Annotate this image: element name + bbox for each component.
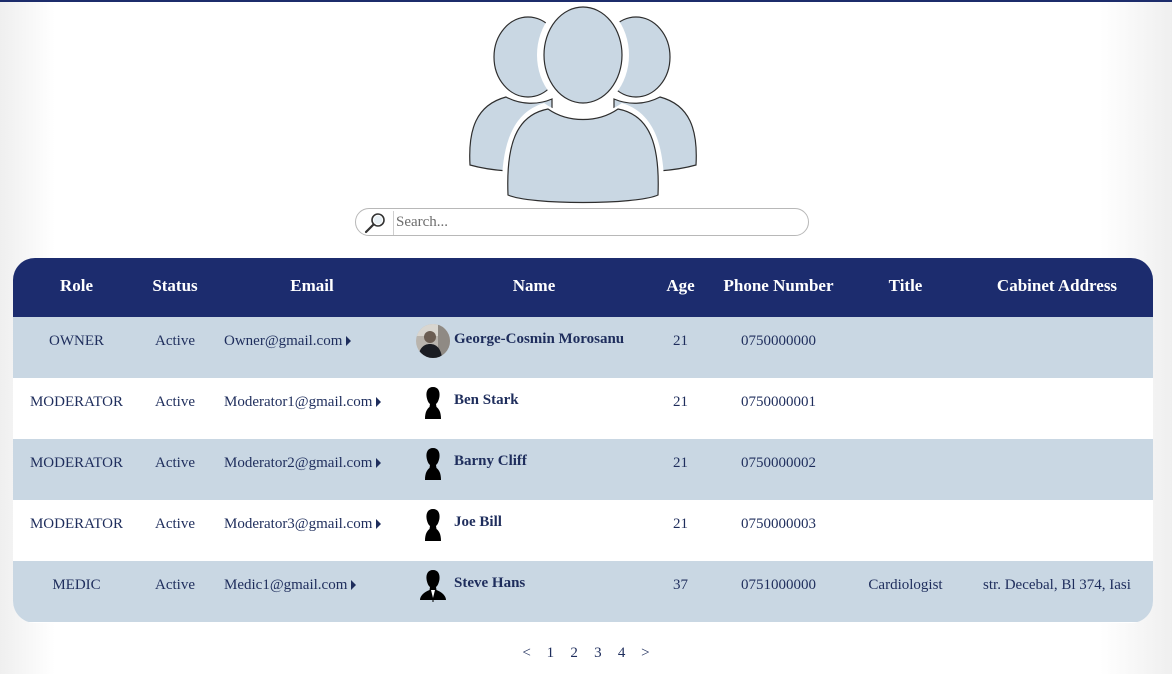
cell-phone: 0751000000 xyxy=(741,577,816,593)
cell-address xyxy=(961,378,1153,439)
header-address[interactable]: Cabinet Address xyxy=(961,258,1153,317)
users-table-container: Role Status Email Name Age Phone Number … xyxy=(13,258,1153,623)
user-name-text: Barny Cliff xyxy=(454,452,527,469)
person-silhouette-icon xyxy=(425,387,441,419)
header-title[interactable]: Title xyxy=(850,258,961,317)
header-status[interactable]: Status xyxy=(140,258,210,317)
cell-email: Owner@gmail.com xyxy=(210,317,414,378)
cell-title xyxy=(850,439,961,500)
cell-email: Moderator2@gmail.com xyxy=(210,439,414,500)
cell-role: OWNER xyxy=(49,333,104,349)
cell-status: Active xyxy=(155,333,195,349)
cell-address xyxy=(961,317,1153,378)
cell-name: Ben Stark xyxy=(414,378,654,439)
top-border xyxy=(0,0,1172,2)
pagination: < 1 2 3 4 > xyxy=(0,645,1172,662)
cell-title xyxy=(850,317,961,378)
search-bar[interactable] xyxy=(355,208,809,236)
header-email[interactable]: Email xyxy=(210,258,414,317)
person-silhouette-icon xyxy=(425,448,441,480)
cell-status: Active xyxy=(155,455,195,471)
pagination-page-3[interactable]: 3 xyxy=(592,645,604,662)
cell-status: Active xyxy=(155,577,195,593)
header-phone[interactable]: Phone Number xyxy=(707,258,850,317)
table-row[interactable]: MEDIC Active Medic1@gmail.com Steve Hans xyxy=(13,561,1153,622)
cell-role: MEDIC xyxy=(52,577,101,593)
email-text: Owner@gmail.com xyxy=(224,333,343,349)
users-table: Role Status Email Name Age Phone Number … xyxy=(13,258,1153,622)
cell-phone: 0750000001 xyxy=(741,394,816,410)
cell-email: Moderator3@gmail.com xyxy=(210,500,414,561)
email-text: Moderator1@gmail.com xyxy=(224,394,373,410)
table-row[interactable]: OWNER Active Owner@gmail.com George-Cosm… xyxy=(13,317,1153,378)
pagination-page-2[interactable]: 2 xyxy=(568,645,580,662)
email-link[interactable]: Moderator2@gmail.com xyxy=(224,455,382,471)
cell-name: Barny Cliff xyxy=(414,439,654,500)
email-link[interactable]: Moderator1@gmail.com xyxy=(224,394,382,410)
cell-name: Joe Bill xyxy=(414,500,654,561)
email-text: Moderator2@gmail.com xyxy=(224,455,373,471)
cell-phone: 0750000003 xyxy=(741,516,816,532)
caret-right-icon xyxy=(376,457,382,468)
cell-title: Cardiologist xyxy=(868,577,943,593)
caret-right-icon xyxy=(376,396,382,407)
pagination-page-1[interactable]: 1 xyxy=(544,645,556,662)
user-name[interactable]: Joe Bill xyxy=(416,507,502,541)
caret-right-icon xyxy=(376,518,382,529)
cell-name: George-Cosmin Morosanu xyxy=(414,317,654,378)
email-text: Moderator3@gmail.com xyxy=(224,516,373,532)
users-group-icon xyxy=(469,5,697,204)
cell-address xyxy=(961,500,1153,561)
user-name-text: Ben Stark xyxy=(454,391,519,408)
pagination-next[interactable]: > xyxy=(639,645,651,662)
cell-name: Steve Hans xyxy=(414,561,654,622)
caret-right-icon xyxy=(346,335,352,346)
cell-age: 21 xyxy=(673,455,688,471)
caret-right-icon xyxy=(351,579,357,590)
user-name-text: Steve Hans xyxy=(454,574,526,591)
table-row[interactable]: MODERATOR Active Moderator1@gmail.com Be… xyxy=(13,378,1153,439)
cell-status: Active xyxy=(155,394,195,410)
email-link[interactable]: Medic1@gmail.com xyxy=(224,577,357,593)
cell-title xyxy=(850,500,961,561)
cell-status: Active xyxy=(155,516,195,532)
cell-age: 21 xyxy=(673,333,688,349)
cell-age: 21 xyxy=(673,394,688,410)
cell-email: Medic1@gmail.com xyxy=(210,561,414,622)
search-divider xyxy=(393,211,394,235)
cell-phone: 0750000000 xyxy=(741,333,816,349)
search-icon[interactable] xyxy=(364,212,386,234)
cell-title xyxy=(850,378,961,439)
user-name-text: George-Cosmin Morosanu xyxy=(454,330,625,347)
avatar-photo-icon xyxy=(416,324,450,358)
pagination-page-4[interactable]: 4 xyxy=(616,645,628,662)
person-silhouette-suit-icon xyxy=(420,570,446,602)
email-link[interactable]: Owner@gmail.com xyxy=(224,333,352,349)
user-name[interactable]: George-Cosmin Morosanu xyxy=(416,324,624,358)
cell-email: Moderator1@gmail.com xyxy=(210,378,414,439)
email-text: Medic1@gmail.com xyxy=(224,577,348,593)
email-link[interactable]: Moderator3@gmail.com xyxy=(224,516,382,532)
user-name[interactable]: Steve Hans xyxy=(416,568,525,602)
user-name[interactable]: Barny Cliff xyxy=(416,446,527,480)
table-row[interactable]: MODERATOR Active Moderator3@gmail.com Jo… xyxy=(13,500,1153,561)
pagination-prev[interactable]: < xyxy=(521,645,533,662)
user-name-text: Joe Bill xyxy=(454,513,502,530)
header-role[interactable]: Role xyxy=(13,258,140,317)
table-header-row: Role Status Email Name Age Phone Number … xyxy=(13,258,1153,317)
cell-age: 37 xyxy=(673,577,688,593)
user-name[interactable]: Ben Stark xyxy=(416,385,519,419)
cell-age: 21 xyxy=(673,516,688,532)
cell-role: MODERATOR xyxy=(29,455,124,471)
table-row[interactable]: MODERATOR Active Moderator2@gmail.com Ba… xyxy=(13,439,1153,500)
search-input[interactable] xyxy=(396,212,796,232)
cell-role: MODERATOR xyxy=(29,516,124,532)
cell-address xyxy=(961,439,1153,500)
cell-address: str. Decebal, Bl 374, Iasi xyxy=(983,577,1131,593)
person-silhouette-icon xyxy=(425,509,441,541)
header-name[interactable]: Name xyxy=(414,258,654,317)
cell-phone: 0750000002 xyxy=(741,455,816,471)
cell-role: MODERATOR xyxy=(29,394,124,410)
header-age[interactable]: Age xyxy=(654,258,707,317)
